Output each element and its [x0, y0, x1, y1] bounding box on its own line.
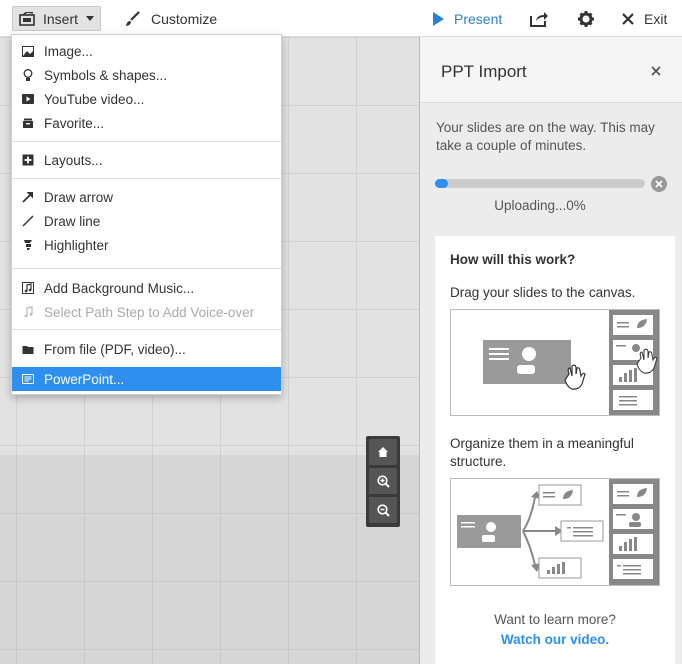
- close-icon: [655, 180, 663, 188]
- menu-item-layouts[interactable]: Layouts...: [12, 148, 281, 172]
- zoom-out-button[interactable]: [369, 497, 397, 523]
- menu-item-label: YouTube video...: [44, 91, 145, 107]
- menu-separator: [12, 141, 281, 142]
- menu-separator: [12, 329, 281, 330]
- upload-progress-text: Uploading...0%: [494, 198, 586, 213]
- learn-more-text: Want to learn more?: [494, 612, 616, 627]
- music-icon: [21, 281, 35, 295]
- present-label: Present: [454, 10, 503, 27]
- chevron-down-icon: [86, 16, 95, 21]
- menu-item-label: Draw arrow: [44, 189, 114, 205]
- home-icon: [378, 447, 388, 457]
- organize-illustration: [450, 478, 660, 586]
- menu-item-label: Layouts...: [44, 152, 103, 168]
- ppt-import-panel: PPT Import Your slides are on the way. T…: [420, 37, 682, 664]
- zoom-controls: [366, 436, 400, 527]
- close-icon: [622, 12, 634, 25]
- menu-item-from-file[interactable]: From file (PDF, video)...: [12, 337, 281, 361]
- insert-button[interactable]: Insert: [12, 6, 102, 31]
- menu-item-image[interactable]: Image...: [12, 39, 281, 63]
- image-icon: [21, 44, 35, 58]
- menu-item-youtube[interactable]: YouTube video...: [12, 87, 281, 111]
- close-icon: [651, 66, 661, 76]
- menu-separator: [12, 268, 281, 269]
- exit-label: Exit: [644, 10, 668, 27]
- insert-label: Insert: [43, 10, 79, 27]
- panel-header: PPT Import: [420, 37, 682, 103]
- menu-separator: [12, 178, 281, 179]
- watch-video-link[interactable]: Watch our video.: [435, 632, 675, 647]
- menu-item-label: From file (PDF, video)...: [44, 341, 186, 357]
- youtube-icon: [21, 92, 35, 106]
- menu-item-draw-line[interactable]: Draw line: [12, 209, 281, 233]
- menu-item-label: Favorite...: [44, 115, 105, 131]
- favorite-icon: [21, 116, 35, 130]
- drag-slides-illustration: [483, 310, 659, 415]
- info-step-2: Organize them in a meaningful structure.: [450, 436, 634, 469]
- top-toolbar: Insert Customize Present Exit: [0, 0, 682, 37]
- zoom-in-button[interactable]: [369, 468, 397, 494]
- gear-icon: [578, 10, 594, 27]
- lightbulb-icon: [21, 68, 35, 82]
- menu-item-draw-arrow[interactable]: Draw arrow: [12, 185, 281, 209]
- zoom-out-icon: [376, 503, 390, 517]
- powerpoint-icon: [21, 372, 35, 386]
- brush-icon: [126, 10, 140, 26]
- how-it-works-card: How will this work? Drag your slides to …: [435, 236, 675, 664]
- arrow-icon: [21, 190, 35, 204]
- share-icon: [530, 11, 548, 27]
- menu-item-label: Symbols & shapes...: [44, 67, 168, 83]
- home-button[interactable]: [369, 439, 397, 465]
- drag-illustration: [450, 309, 660, 416]
- menu-item-background-music[interactable]: Add Background Music...: [12, 276, 281, 300]
- info-step-1: Drag your slides to the canvas.: [450, 285, 636, 300]
- play-icon: [433, 11, 444, 26]
- present-button[interactable]: Present: [432, 0, 502, 37]
- menu-item-powerpoint[interactable]: PowerPoint...: [12, 367, 281, 391]
- zoom-in-icon: [376, 474, 390, 488]
- folder-icon: [21, 342, 35, 356]
- exit-button[interactable]: Exit: [622, 0, 667, 37]
- menu-item-label: Add Background Music...: [44, 280, 195, 296]
- menu-item-label: Image...: [44, 43, 93, 59]
- menu-item-label: Draw line: [44, 213, 101, 229]
- menu-item-favorite[interactable]: Favorite...: [12, 111, 281, 135]
- organize-slides-illustration: [457, 479, 659, 585]
- share-button[interactable]: [529, 0, 549, 37]
- line-icon: [21, 214, 35, 228]
- upload-message: Your slides are on the way. This may tak…: [436, 120, 655, 153]
- upload-progress-fill: [435, 179, 448, 188]
- insert-menu: Image... Symbols & shapes... YouTube vid…: [11, 34, 282, 395]
- upload-progress-bar: [435, 179, 645, 188]
- voice-icon: [21, 305, 35, 319]
- panel-title: PPT Import: [441, 62, 527, 81]
- menu-item-symbols[interactable]: Symbols & shapes...: [12, 63, 281, 87]
- settings-button[interactable]: [578, 0, 594, 37]
- insert-icon: [19, 11, 35, 26]
- menu-item-label: PowerPoint...: [44, 371, 125, 387]
- customize-label: Customize: [151, 10, 218, 27]
- menu-item-highlighter[interactable]: Highlighter: [12, 233, 281, 257]
- plus-box-icon: [21, 153, 35, 167]
- customize-button[interactable]: Customize: [125, 0, 217, 37]
- menu-item-label: Highlighter: [44, 237, 109, 253]
- panel-close-button[interactable]: [651, 63, 661, 79]
- menu-item-label: Select Path Step to Add Voice-over: [44, 304, 255, 320]
- menu-item-voice-over: Select Path Step to Add Voice-over: [12, 300, 281, 324]
- cancel-upload-button[interactable]: [651, 176, 667, 192]
- highlighter-icon: [21, 238, 35, 252]
- info-heading: How will this work?: [450, 252, 576, 267]
